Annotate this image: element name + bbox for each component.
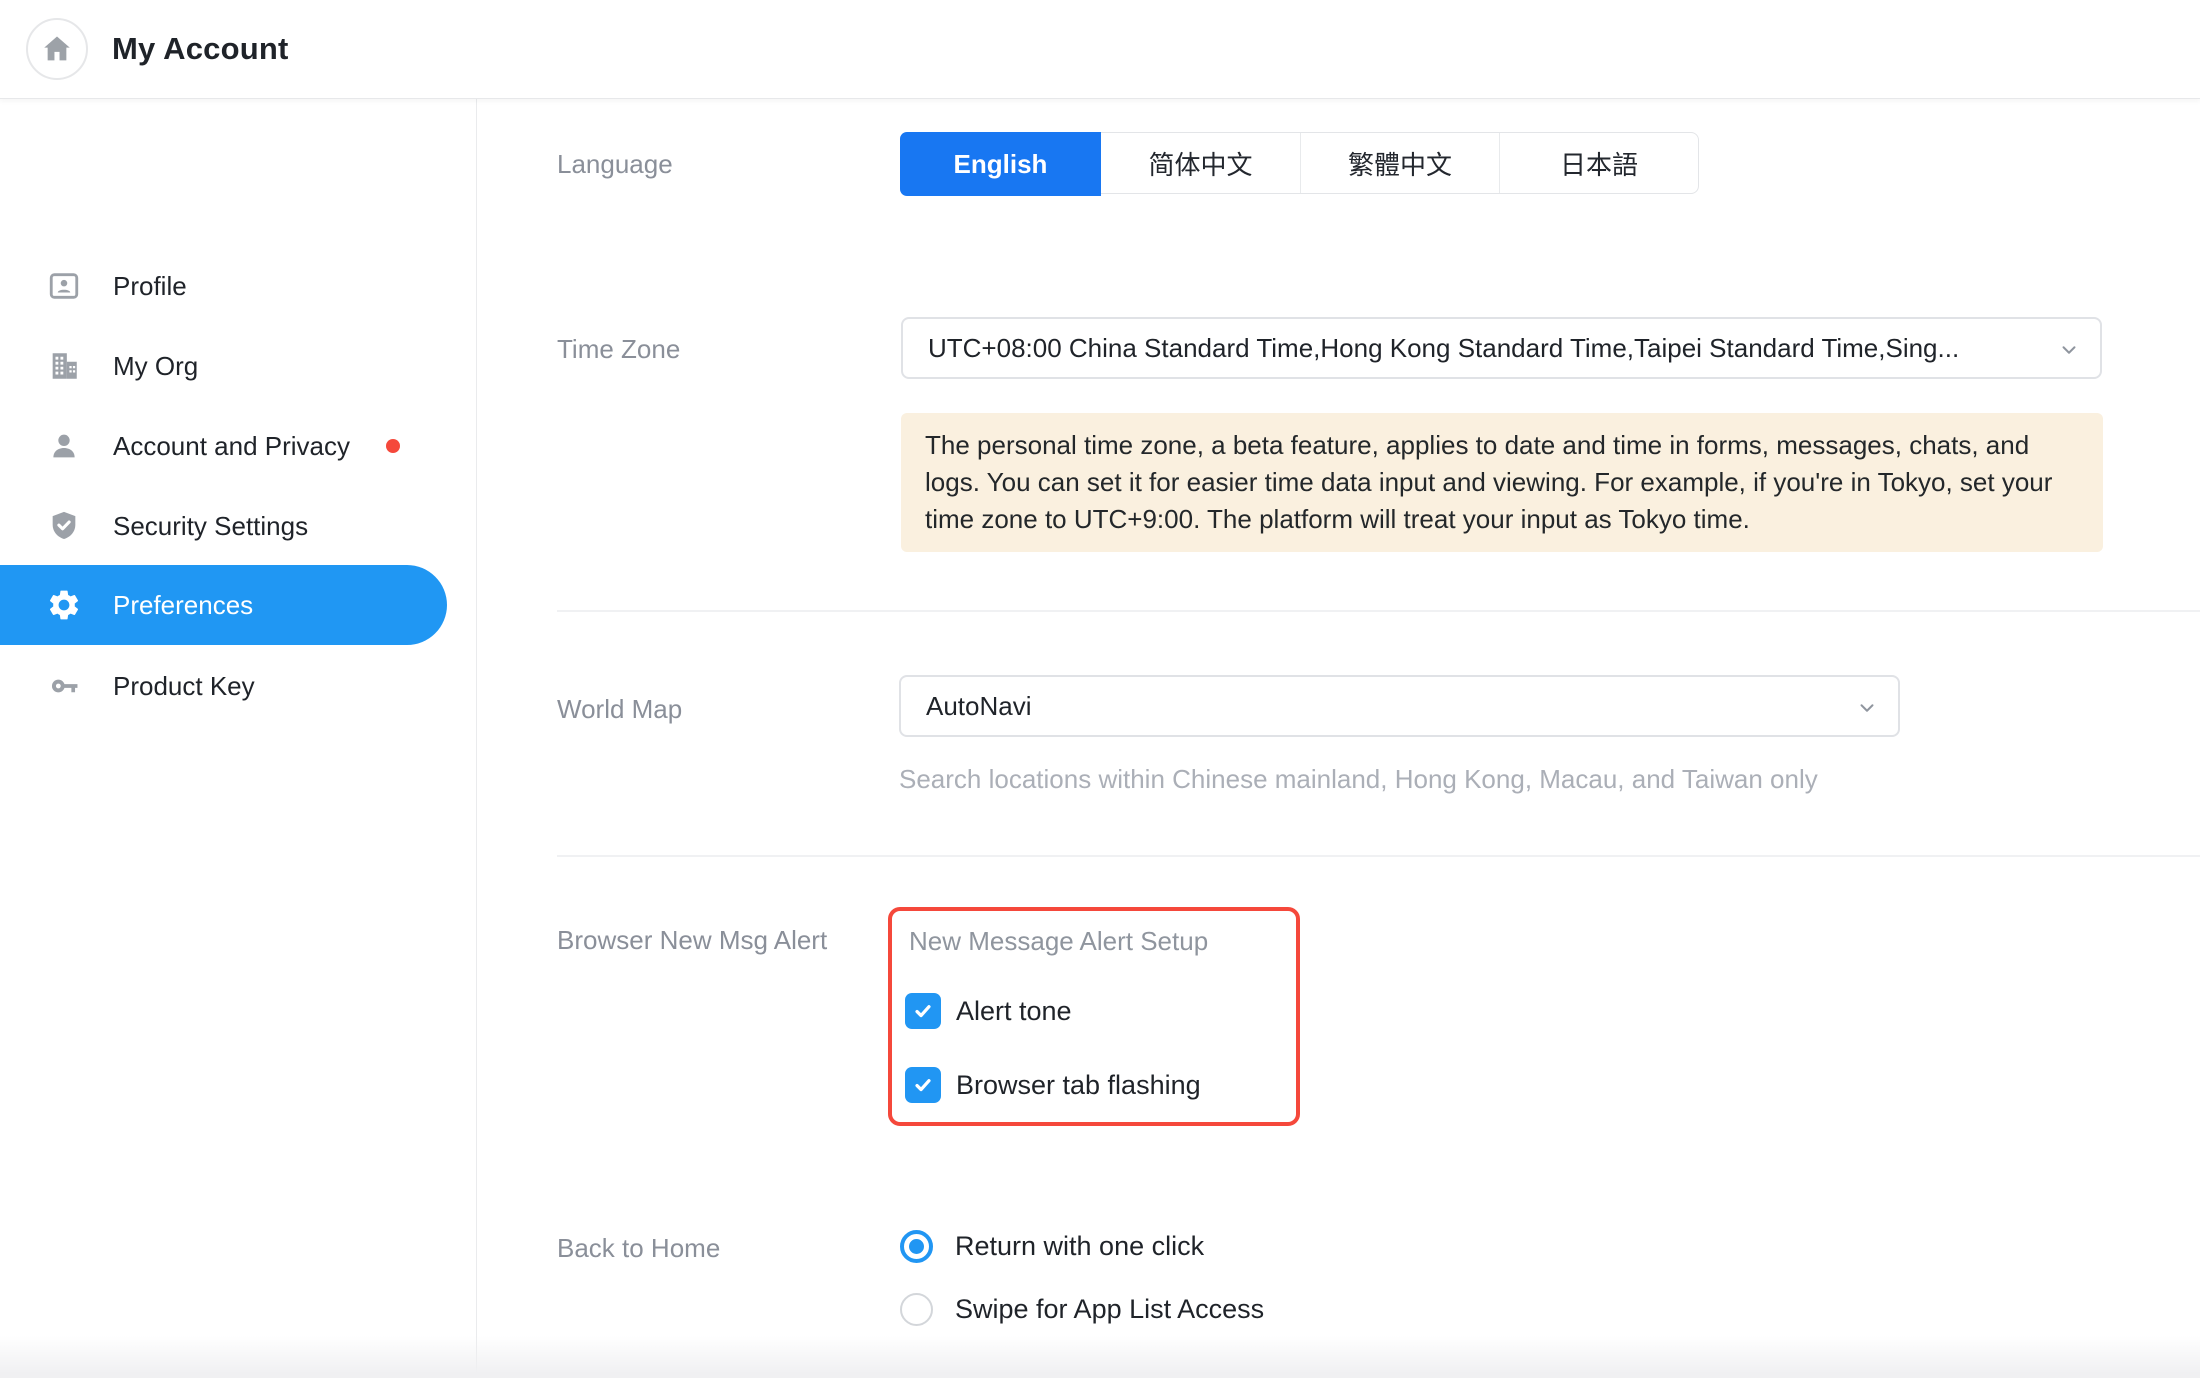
sidebar-item-my-org[interactable]: My Org: [0, 326, 447, 406]
swipe-for-app-list-access-radio[interactable]: [900, 1293, 933, 1326]
page-title: My Account: [112, 31, 289, 67]
browser-new-msg-alert-label: Browser New Msg Alert: [557, 925, 827, 956]
language-option-simplified-chinese[interactable]: 简体中文: [1101, 133, 1300, 193]
sidebar-item-product-key[interactable]: Product Key: [0, 646, 447, 726]
sidebar-item-label: Account and Privacy: [113, 431, 350, 462]
world-map-label: World Map: [557, 694, 682, 725]
time-zone-value: UTC+08:00 China Standard Time,Hong Kong …: [928, 333, 1959, 364]
time-zone-note: The personal time zone, a beta feature, …: [901, 413, 2103, 552]
new-message-alert-group-title: New Message Alert Setup: [909, 926, 1208, 957]
world-map-helper-text: Search locations within Chinese mainland…: [899, 764, 1818, 795]
sidebar-item-profile[interactable]: Profile: [0, 246, 447, 326]
section-divider: [557, 855, 2200, 857]
checkmark-icon: [910, 998, 936, 1024]
sidebar-item-security-settings[interactable]: Security Settings: [0, 486, 447, 566]
time-zone-select[interactable]: UTC+08:00 China Standard Time,Hong Kong …: [901, 317, 2102, 379]
browser-tab-flashing-checkbox-label: Browser tab flashing: [956, 1070, 1201, 1101]
return-with-one-click-radio[interactable]: [900, 1230, 933, 1263]
world-map-value: AutoNavi: [926, 691, 1032, 722]
language-segmented-control: English 简体中文 繁體中文 日本語: [900, 132, 1699, 194]
world-map-select[interactable]: AutoNavi: [899, 675, 1900, 737]
sidebar-item-account-and-privacy[interactable]: Account and Privacy: [0, 406, 447, 486]
sidebar: Profile My Org Account and Privacy: [0, 98, 477, 1378]
language-option-japanese[interactable]: 日本語: [1499, 133, 1698, 193]
person-icon: [46, 428, 82, 464]
return-with-one-click-radio-label: Return with one click: [955, 1231, 1204, 1262]
language-option-traditional-chinese[interactable]: 繁體中文: [1300, 133, 1499, 193]
sidebar-item-label: My Org: [113, 351, 198, 382]
swipe-for-app-list-access-radio-label: Swipe for App List Access: [955, 1294, 1264, 1325]
alert-tone-checkbox-label: Alert tone: [956, 996, 1072, 1027]
notification-dot: [386, 439, 400, 453]
new-message-alert-highlight-box: New Message Alert Setup Alert tone Brows…: [888, 907, 1300, 1126]
chevron-down-icon: [1856, 695, 1878, 726]
home-icon: [40, 32, 74, 66]
sidebar-item-label: Product Key: [113, 671, 255, 702]
time-zone-label: Time Zone: [557, 334, 680, 365]
back-to-home-label: Back to Home: [557, 1233, 720, 1264]
gear-icon: [46, 587, 82, 623]
section-divider: [557, 610, 2200, 612]
sidebar-item-preferences[interactable]: Preferences: [0, 565, 447, 645]
header: My Account: [0, 0, 2200, 99]
return-with-one-click-radio-row[interactable]: Return with one click: [900, 1230, 1204, 1263]
sidebar-item-label: Security Settings: [113, 511, 308, 542]
shield-check-icon: [46, 508, 82, 544]
checkmark-icon: [910, 1072, 936, 1098]
swipe-for-app-list-access-radio-row[interactable]: Swipe for App List Access: [900, 1293, 1264, 1326]
browser-tab-flashing-checkbox-row[interactable]: Browser tab flashing: [905, 1067, 1201, 1103]
alert-tone-checkbox[interactable]: [905, 993, 941, 1029]
home-button[interactable]: [26, 18, 88, 80]
chevron-down-icon: [2058, 337, 2080, 368]
key-icon: [46, 668, 82, 704]
building-icon: [46, 348, 82, 384]
language-label: Language: [557, 149, 673, 180]
alert-tone-checkbox-row[interactable]: Alert tone: [905, 993, 1072, 1029]
my-account-page: My Account Profile My Org: [0, 0, 2200, 1378]
sidebar-item-label: Profile: [113, 271, 187, 302]
sidebar-item-label: Preferences: [113, 590, 253, 621]
id-card-icon: [46, 268, 82, 304]
browser-tab-flashing-checkbox[interactable]: [905, 1067, 941, 1103]
language-option-english[interactable]: English: [900, 132, 1101, 196]
